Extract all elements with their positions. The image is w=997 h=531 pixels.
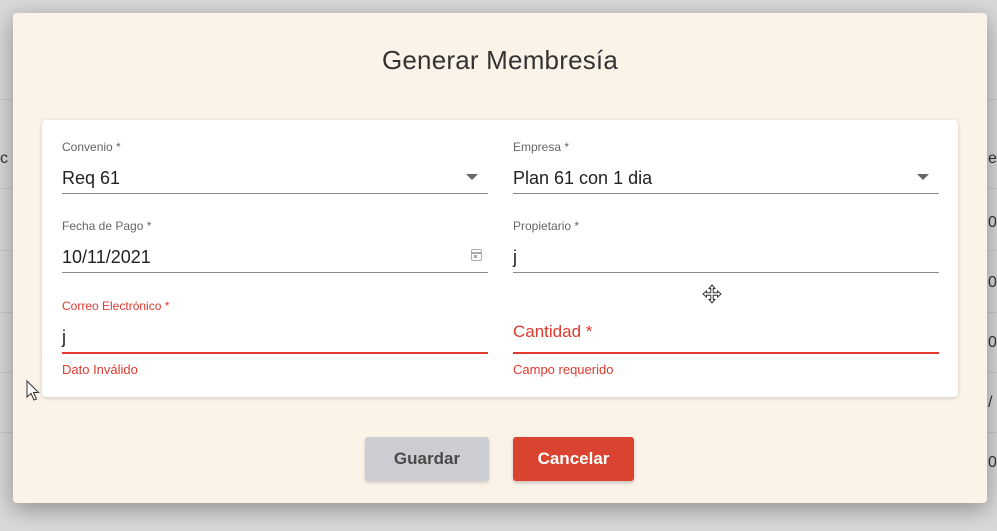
propietario-label: Propietario * — [513, 219, 580, 233]
empresa-value: Plan 61 con 1 dia — [513, 168, 653, 188]
background-column-header-fragment: e — [988, 150, 997, 167]
correo-value[interactable]: j — [62, 325, 488, 349]
cancel-button[interactable]: Cancelar — [513, 437, 634, 481]
convenio-label: Convenio * — [62, 140, 121, 154]
correo-underline — [62, 352, 488, 354]
correo-error-message: Dato Inválido — [62, 362, 138, 377]
fecha-pago-field[interactable]: Fecha de Pago * 10/11/2021 — [62, 219, 488, 273]
correo-label: Correo Electrónico * — [62, 299, 170, 313]
empresa-label: Empresa * — [513, 140, 570, 154]
cantidad-error-message: Campo requerido — [513, 362, 614, 377]
background-cell-fragment: / — [988, 394, 993, 411]
propietario-value[interactable]: j — [513, 245, 939, 269]
cantidad-placeholder[interactable]: Cantidad * — [513, 322, 592, 342]
background-cell-fragment: 0/ — [988, 334, 997, 351]
convenio-value: Req 61 — [62, 168, 121, 188]
background-column-header-fragment: c — [0, 150, 8, 167]
generar-membresia-dialog: Generar Membresía Convenio * Req 61 Empr… — [13, 13, 987, 503]
move-cursor-icon — [702, 284, 722, 304]
convenio-select[interactable]: Convenio * Req 61 — [62, 140, 488, 194]
propietario-underline — [513, 272, 939, 273]
pointer-cursor-icon — [26, 380, 40, 401]
dialog-title: Generar Membresía — [381, 45, 619, 75]
empresa-select[interactable]: Empresa * Plan 61 con 1 dia — [513, 140, 939, 194]
cantidad-underline — [513, 352, 939, 354]
background-cell-fragment: 0/ — [988, 274, 997, 291]
calendar-icon[interactable] — [471, 249, 482, 261]
cantidad-field[interactable]: Cantidad * Campo requerido — [513, 299, 939, 379]
correo-electronico-field[interactable]: Correo Electrónico * j Dato Inválido — [62, 299, 488, 379]
propietario-field[interactable]: Propietario * j — [513, 219, 939, 273]
empresa-underline — [513, 193, 939, 194]
background-cell-fragment: 0/ — [988, 214, 997, 231]
fecha-pago-label: Fecha de Pago * — [62, 219, 152, 233]
fecha-pago-underline — [62, 272, 488, 273]
membership-form-card: Convenio * Req 61 Empresa * Plan 61 con … — [42, 120, 958, 397]
fecha-pago-value[interactable]: 10/11/2021 — [62, 245, 488, 269]
background-cell-fragment: 0/ — [988, 454, 997, 471]
convenio-underline — [62, 193, 488, 194]
chevron-down-icon[interactable] — [917, 174, 929, 180]
save-button[interactable]: Guardar — [365, 437, 489, 481]
chevron-down-icon[interactable] — [466, 174, 478, 180]
